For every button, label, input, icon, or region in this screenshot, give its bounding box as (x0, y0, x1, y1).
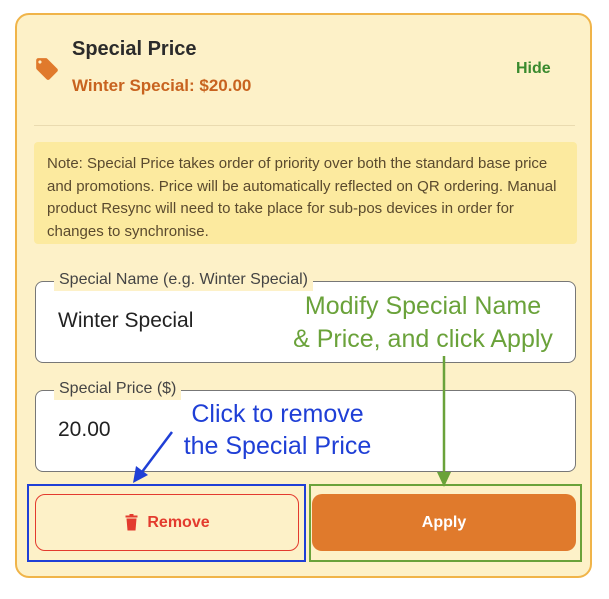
remove-arrow (141, 431, 173, 473)
apply-arrow-head (437, 472, 451, 487)
annotation-arrows (133, 356, 451, 487)
